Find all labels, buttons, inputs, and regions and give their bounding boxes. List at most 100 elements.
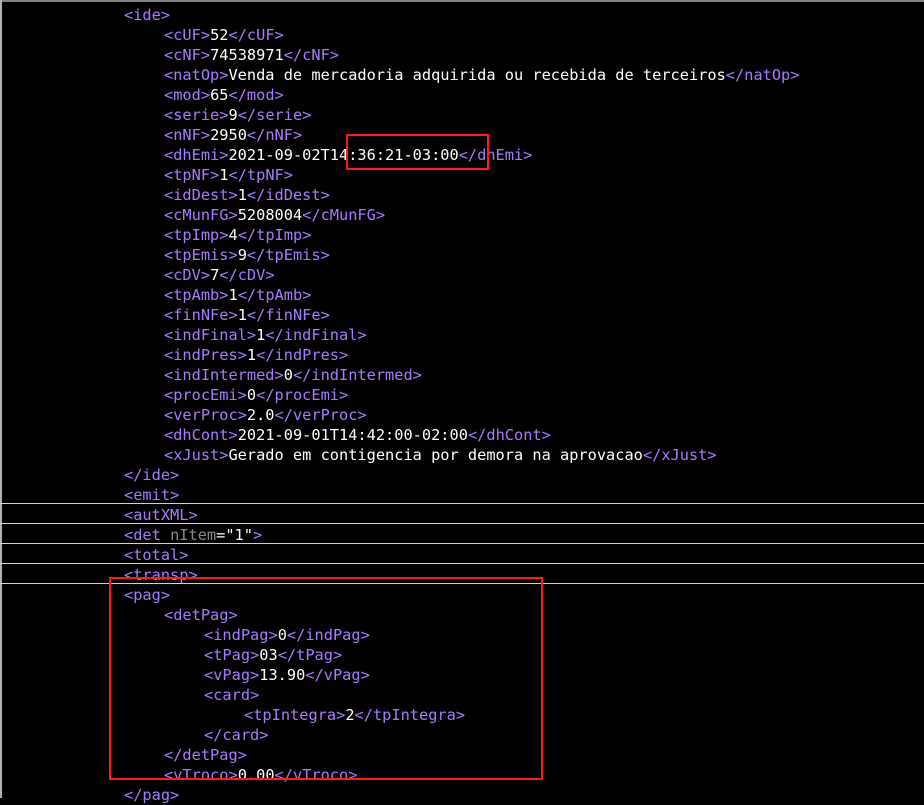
xml-tag: </tPag> — [277, 646, 343, 664]
code-line: <vPag>13.90</vPag> — [0, 665, 924, 685]
xml-text: 2 — [345, 706, 355, 724]
xml-text: 1 — [237, 186, 247, 204]
xml-tag: <procEmi> — [164, 386, 247, 404]
xml-tag: </tpAmb> — [237, 286, 312, 304]
xml-tag: </cNF> — [283, 46, 340, 64]
xml-tag: <autXML> — [124, 506, 198, 524]
code-line: <nNF>2950</nNF> — [0, 125, 924, 145]
xml-tag: <card> — [204, 686, 260, 704]
xml-tag: <ide> — [124, 6, 171, 24]
xml-text: 9 — [237, 246, 247, 264]
code-line: <tpAmb>1</tpAmb> — [0, 285, 924, 305]
code-line: <indFinal>1</indFinal> — [0, 325, 924, 345]
code-line: <dhEmi>2021-09-02T14:36:21-03:00</dhEmi> — [0, 145, 924, 165]
code-line: <serie>9</serie> — [0, 105, 924, 125]
xml-tag: <indIntermed> — [164, 366, 284, 384]
xml-tag: </dhCont> — [467, 426, 551, 444]
xml-tag: </cMunFG> — [302, 206, 386, 224]
xml-tag: </idDest> — [246, 186, 330, 204]
xml-tag: <emit> — [124, 486, 180, 504]
xml-text: 1 — [256, 326, 266, 344]
code-line: <tpEmis>9</tpEmis> — [0, 245, 924, 265]
xml-text: 0 — [246, 386, 257, 404]
xml-tag: <mod> — [164, 86, 211, 104]
xml-tag: <indFinal> — [164, 326, 257, 344]
code-line: <dhCont>2021-09-01T14:42:00-02:00</dhCon… — [0, 425, 924, 445]
code-line: <indPag>0</indPag> — [0, 625, 924, 645]
code-line: </pag> — [0, 785, 924, 805]
xml-tag: </indFinal> — [265, 326, 367, 344]
xml-tag: <total> — [124, 546, 189, 564]
xml-tag: </cDV> — [219, 266, 275, 284]
code-line: <ide> — [0, 5, 924, 25]
code-line: </detPag> — [0, 745, 924, 765]
xml-text: 0.00 — [237, 766, 275, 784]
xml-tag: </ide> — [124, 466, 180, 484]
xml-text: 2950 — [210, 126, 247, 144]
code-line: <total> — [0, 545, 924, 565]
code-line: </card> — [0, 725, 924, 745]
code-line: <transp> — [0, 565, 924, 585]
xml-tag: <cUF> — [164, 26, 211, 44]
xml-text: Gerado em contigencia por demora na apro… — [228, 446, 643, 464]
fold-separator — [0, 503, 924, 504]
xml-text: 1 — [237, 306, 247, 324]
xml-tag: </procEmi> — [256, 386, 349, 404]
xml-tag: <xJust> — [164, 446, 229, 464]
code-line: <mod>65</mod> — [0, 85, 924, 105]
xml-editor[interactable]: <ide> <cUF>52</cUF> <cNF>74538971</cNF> <na… — [0, 0, 924, 804]
xml-tag: <finNFe> — [164, 306, 238, 324]
code-line: <indIntermed>0</indIntermed> — [0, 365, 924, 385]
xml-tag: </detPag> — [164, 746, 247, 764]
xml-tag: <cMunFG> — [164, 206, 238, 224]
xml-tag: </dhEmi> — [458, 146, 533, 164]
xml-tag: <cNF> — [164, 46, 211, 64]
xml-tag: <dhEmi> — [164, 146, 229, 164]
xml-text: 5208004 — [237, 206, 303, 224]
xml-tag: <tpImp> — [164, 226, 229, 244]
xml-tag: </pag> — [124, 786, 180, 804]
xml-tag: </natOp> — [725, 66, 800, 84]
code-line: <tPag>03</tPag> — [0, 645, 924, 665]
fold-separator — [0, 583, 924, 584]
xml-tag: </card> — [204, 726, 269, 744]
fold-separator — [0, 523, 924, 524]
xml-tag: <serie> — [164, 106, 229, 124]
code-line: <cDV>7</cDV> — [0, 265, 924, 285]
code-line: </ide> — [0, 465, 924, 485]
xml-tag: <detPag> — [164, 606, 238, 624]
xml-text: 7 — [210, 266, 220, 284]
xml-text: 0 — [283, 366, 293, 384]
xml-tag: </nNF> — [246, 126, 303, 144]
xml-tag: </tpIntegra> — [354, 706, 466, 724]
code-line: <card> — [0, 685, 924, 705]
xml-tag: <cDV> — [164, 266, 211, 284]
xml-tag: </vPag> — [305, 666, 370, 684]
code-line: <xJust>Gerado em contigencia por demora … — [0, 445, 924, 465]
code-line: <vTroco>0.00</vTroco> — [0, 765, 924, 785]
xml-text: Venda de mercadoria adquirida ou recebid… — [228, 66, 726, 84]
xml-tag: > — [252, 526, 263, 544]
xml-tag: <vTroco> — [164, 766, 238, 784]
xml-tag: <natOp> — [164, 66, 229, 84]
xml-text: 74538971 — [210, 46, 284, 64]
xml-tag: <dhCont> — [164, 426, 238, 444]
xml-text: 65 — [210, 86, 229, 104]
code-line: <tpImp>4</tpImp> — [0, 225, 924, 245]
xml-text: 0 — [277, 626, 287, 644]
code-line: <finNFe>1</finNFe> — [0, 305, 924, 325]
xml-tag: <det — [124, 526, 171, 544]
xml-tag: <tpEmis> — [164, 246, 238, 264]
xml-tag: </finNFe> — [246, 306, 330, 324]
xml-tag: </cUF> — [228, 26, 284, 44]
code-line: <procEmi>0</procEmi> — [0, 385, 924, 405]
xml-attr-value: ="1" — [216, 526, 253, 544]
xml-tag: </xJust> — [642, 446, 717, 464]
code-line: <cUF>52</cUF> — [0, 25, 924, 45]
xml-text: 52 — [210, 26, 229, 44]
xml-tag: <nNF> — [164, 126, 211, 144]
xml-tag: <tPag> — [204, 646, 260, 664]
code-line: <detPag> — [0, 605, 924, 625]
fold-separator — [0, 563, 924, 564]
xml-tag: <tpAmb> — [164, 286, 229, 304]
